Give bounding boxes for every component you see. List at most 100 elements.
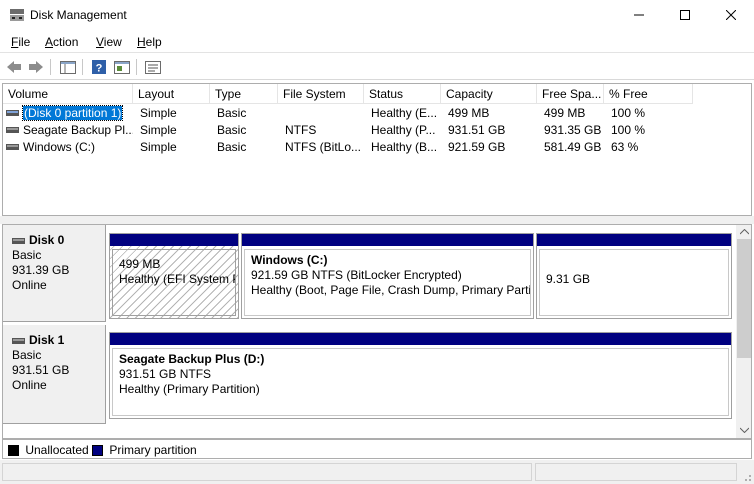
column-header-capacity[interactable]: Capacity (441, 84, 537, 104)
menu-bar: File Action View Help (0, 31, 754, 53)
disk-icon (12, 337, 25, 344)
forward-button[interactable] (26, 57, 46, 77)
table-cell: Simple (140, 140, 177, 154)
table-cell: 931.51 GB (448, 123, 506, 137)
partition-header-bar (110, 234, 238, 246)
disk-1-label[interactable]: Disk 1 Basic 931.51 GB Online (3, 325, 106, 424)
disk-0-type: Basic (12, 248, 42, 262)
status-pane-main (2, 463, 532, 481)
disk-0-name: Disk 0 (12, 233, 105, 248)
close-button[interactable] (708, 0, 754, 30)
partition-header-bar (537, 234, 731, 246)
menu-action[interactable]: Action (45, 35, 78, 49)
table-cell: Healthy (P... (371, 123, 436, 137)
legend-unallocated: Unallocated (8, 443, 89, 457)
disk-0-label[interactable]: Disk 0 Basic 931.39 GB Online (3, 225, 106, 322)
disk-0-efi-partition[interactable]: 499 MB Healthy (EFI System Pa (109, 233, 239, 319)
minimize-button[interactable] (616, 0, 662, 30)
partition-status: Healthy (EFI System Pa (119, 272, 236, 286)
unallocated-swatch (8, 445, 19, 457)
volume-icon (6, 127, 19, 133)
list-view-icon (145, 61, 161, 74)
partition-header-bar (242, 234, 533, 246)
column-header-percent-free[interactable]: % Free (604, 84, 693, 104)
table-cell: Healthy (B... (371, 140, 438, 154)
maximize-button[interactable] (662, 0, 708, 30)
table-cell: 499 MB (544, 106, 586, 120)
help-icon: ? (92, 60, 106, 75)
table-cell: Basic (217, 123, 247, 137)
console-tree-button[interactable] (58, 57, 78, 77)
table-cell: 63 % (611, 140, 639, 154)
disk-1-seagate-partition[interactable]: Seagate Backup Plus (D:) 931.51 GB NTFS … (109, 332, 732, 419)
resize-grip-icon[interactable] (740, 470, 752, 482)
table-cell: Basic (217, 106, 247, 120)
column-header-status[interactable]: Status (364, 84, 441, 104)
disk-1-name-text: Disk 1 (29, 333, 65, 347)
toolbar-separator (82, 59, 83, 75)
partition-size: 499 MB (119, 257, 161, 271)
scrollbar-thumb[interactable] (737, 239, 751, 358)
svg-text:?: ? (96, 63, 103, 75)
help-button[interactable]: ? (89, 57, 109, 77)
column-header-free-space[interactable]: Free Spa... (537, 84, 604, 104)
volume-icon (6, 144, 19, 150)
volume-list[interactable]: Volume Layout Type File System Status Ca… (2, 83, 752, 216)
menu-file[interactable]: File (11, 35, 30, 49)
partition-status: Healthy (Boot, Page File, Crash Dump, Pr… (251, 283, 531, 297)
table-cell: Simple (140, 123, 177, 137)
column-header-file-system[interactable]: File System (278, 84, 364, 104)
pane-splitter[interactable] (0, 216, 754, 224)
table-cell: 100 % (611, 123, 646, 137)
scroll-up-icon[interactable] (740, 229, 749, 235)
partition-status: Healthy (Primary Partition) (119, 382, 260, 396)
partition-body: Windows (C:) 921.59 GB NTFS (BitLocker E… (244, 249, 531, 316)
disk-1-status: Online (12, 378, 47, 392)
column-header-type[interactable]: Type (210, 84, 278, 104)
disk-graphical-view: Disk 0 Basic 931.39 GB Online 499 MB Hea… (2, 224, 752, 439)
menu-view-label: View (96, 35, 122, 49)
legend-unallocated-label: Unallocated (25, 443, 89, 457)
column-header-volume[interactable]: Volume (3, 84, 133, 104)
properties-button[interactable] (112, 57, 132, 77)
table-cell: 499 MB (448, 106, 490, 120)
menu-action-label: Action (45, 35, 79, 49)
disk-1-type: Basic (12, 348, 42, 362)
table-row[interactable]: Seagate Backup Pl... Simple Basic NTFS Healt… (3, 122, 751, 139)
table-cell: Healthy (E... (371, 106, 438, 120)
primary-partition-swatch (92, 445, 103, 457)
partition-body: 9.31 GB (539, 249, 729, 316)
table-cell (278, 105, 364, 122)
menu-file-label: File (11, 35, 31, 49)
legend-bar: Unallocated Primary partition (2, 439, 752, 459)
partition-size: 921.59 GB NTFS (BitLocker Encrypted) (251, 268, 462, 282)
maximize-icon (680, 10, 690, 20)
volume-name-cell: Seagate Backup Pl... (3, 122, 133, 139)
disk-0-recovery-partition[interactable]: 9.31 GB (536, 233, 732, 319)
table-cell: NTFS (BitLo... (285, 140, 362, 154)
forward-icon (29, 61, 43, 73)
partition-title: Seagate Backup Plus (D:) (119, 352, 265, 366)
partition-body: Seagate Backup Plus (D:) 931.51 GB NTFS … (112, 348, 729, 416)
volume-name-text: Windows (C:) (23, 140, 96, 154)
column-header-layout[interactable]: Layout (133, 84, 210, 104)
back-button[interactable] (4, 57, 24, 77)
table-row[interactable]: (Disk 0 partition 1) Simple Basic Healthy (… (3, 105, 751, 122)
table-cell: Basic (217, 140, 247, 154)
status-bar (0, 460, 754, 484)
menu-view[interactable]: View (96, 35, 122, 49)
partition-size: 9.31 GB (546, 272, 591, 286)
volume-name-cell: (Disk 0 partition 1) (3, 105, 133, 122)
partition-body: 499 MB Healthy (EFI System Pa (112, 249, 236, 316)
back-icon (7, 61, 21, 73)
vertical-scrollbar[interactable] (736, 225, 751, 438)
scroll-down-icon[interactable] (740, 427, 749, 433)
table-cell: 100 % (611, 106, 646, 120)
properties-icon (114, 61, 130, 74)
table-row[interactable]: Windows (C:) Simple Basic NTFS (BitLo... Hea… (3, 139, 751, 156)
list-view-button[interactable] (143, 57, 163, 77)
toolbar-separator (50, 59, 51, 75)
disk-0-windows-partition[interactable]: Windows (C:) 921.59 GB NTFS (BitLocker E… (241, 233, 534, 319)
menu-help[interactable]: Help (137, 35, 162, 49)
disk-0-size: 931.39 GB (12, 263, 70, 277)
